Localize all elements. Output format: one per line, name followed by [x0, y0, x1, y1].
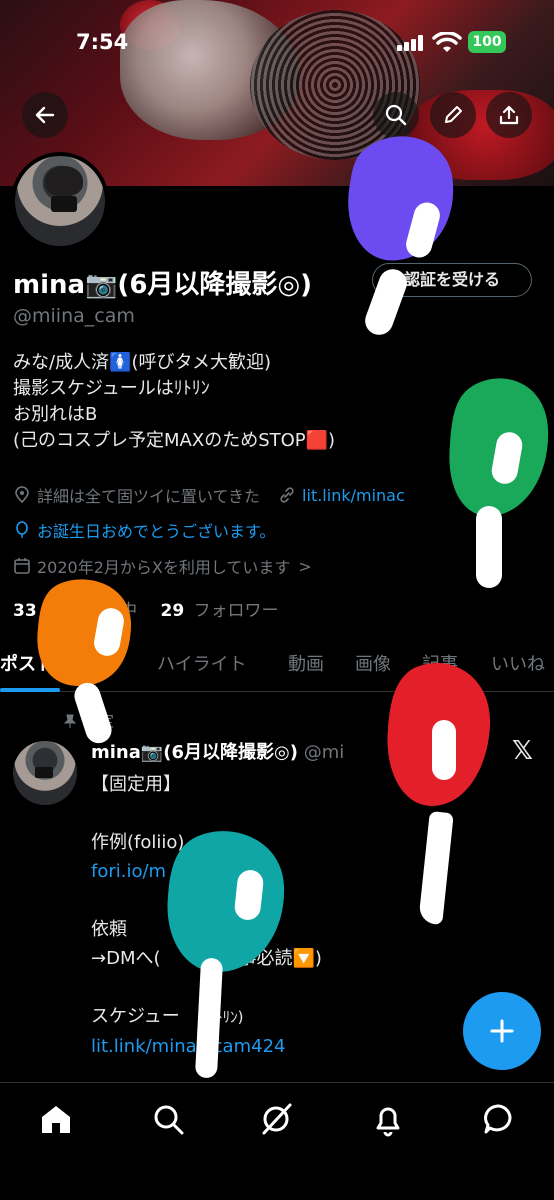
post-line-part: スケジュー: [91, 1006, 180, 1027]
joined-chevron-icon: >: [298, 556, 312, 576]
search-icon: [385, 104, 407, 126]
status-time: 7:54: [76, 30, 129, 54]
profile-meta-joined[interactable]: 2020年2月からXを利用しています >: [13, 554, 312, 578]
white-scribble-stroke: [418, 811, 454, 925]
compose-button[interactable]: [463, 992, 541, 1070]
post-link-part: cam424: [212, 1036, 286, 1057]
calendar-icon: [14, 558, 30, 574]
white-scribble-stroke: [432, 720, 456, 780]
tab-likes[interactable]: いいね: [491, 650, 545, 676]
pencil-icon: [445, 106, 462, 123]
white-scribble-stroke: [476, 506, 502, 588]
back-arrow-icon: [35, 106, 55, 124]
profile-name: mina📷(6月以降撮影◎): [13, 270, 312, 300]
x-logo-icon: 𝕏: [512, 736, 533, 766]
plus-icon: [490, 1019, 514, 1043]
followers-label[interactable]: フォロワー: [194, 601, 279, 621]
bottom-nav: [0, 1082, 554, 1200]
profile-birthday: お誕生日おめでとうございます。: [37, 522, 276, 541]
share-button[interactable]: [486, 92, 532, 138]
profile-meta-location-link: 詳細は全て固ツイに置いてきた lit.link/minac: [13, 483, 405, 507]
post-author-handle[interactable]: @mi: [304, 742, 345, 763]
profile-avatar[interactable]: [11, 152, 109, 250]
pin-icon: [63, 714, 77, 728]
profile-location: 詳細は全て固ツイに置いてきた: [37, 487, 261, 506]
profile-handle: @miina_cam: [13, 305, 135, 327]
post-avatar[interactable]: [13, 741, 77, 805]
share-icon: [499, 105, 519, 125]
status-bar: 7:54 100: [0, 30, 554, 56]
active-tab-indicator: [0, 688, 60, 692]
post-line: 【固定用】: [91, 774, 181, 795]
battery-indicator: 100: [468, 31, 506, 53]
teal-scribble: [167, 831, 285, 973]
followers-count[interactable]: 29: [160, 601, 184, 621]
messages-icon[interactable]: [481, 1101, 517, 1137]
post-author[interactable]: mina📷(6月以降撮影◎): [91, 742, 298, 763]
home-icon[interactable]: [38, 1101, 74, 1137]
wifi-icon: [432, 32, 462, 52]
explore-icon[interactable]: [150, 1101, 186, 1137]
purple-scribble: [348, 136, 454, 261]
notifications-icon[interactable]: [370, 1101, 406, 1137]
bio-line: お別れはB: [13, 404, 98, 425]
post-line-part: →DMへ(: [91, 948, 161, 969]
tab-videos[interactable]: 動画: [288, 650, 324, 676]
post-header: mina📷(6月以降撮影◎) @mi: [91, 738, 344, 764]
grok-icon[interactable]: [258, 1101, 294, 1137]
back-button[interactable]: [22, 92, 68, 138]
tab-highlights[interactable]: ハイライト: [157, 650, 247, 676]
link-icon: [280, 487, 294, 503]
bio-line: (己のコスプレ予定MAXのためSTOP🟥): [13, 430, 336, 451]
profile-link[interactable]: lit.link/minac: [302, 486, 405, 505]
profile-meta-birthday: お誕生日おめでとうございます。: [13, 518, 275, 542]
balloon-icon: [16, 521, 28, 538]
location-icon: [15, 486, 29, 504]
post-link-part: lit.link/mina: [91, 1036, 197, 1057]
bio-line: みな/成人済🚺(呼びタメ大歓迎): [13, 352, 271, 373]
signal-icon: [397, 35, 425, 51]
profile-bio: みな/成人済🚺(呼びタメ大歓迎) 撮影スケジュールはﾘﾄﾘﾝ お別れはB (己の…: [13, 350, 335, 454]
bio-line: 撮影スケジュールはﾘﾄﾘﾝ: [13, 378, 210, 399]
post-line: [91, 799, 322, 828]
profile-joined: 2020年2月からXを利用しています: [37, 558, 291, 577]
white-scribble-stroke: [361, 265, 411, 339]
